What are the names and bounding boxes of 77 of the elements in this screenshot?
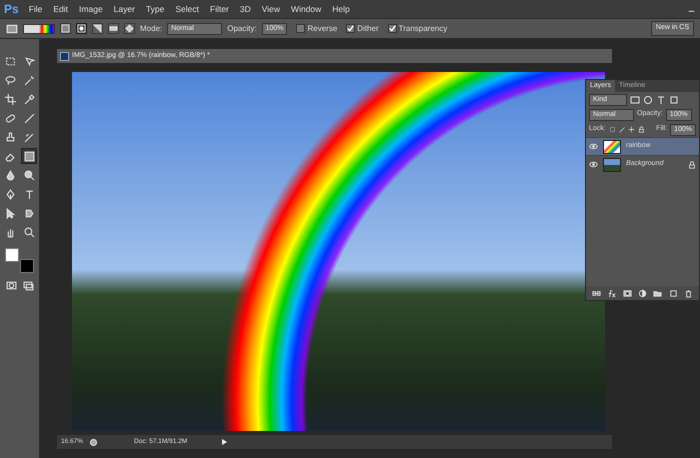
mode-label: Mode: [140,22,162,34]
link-icon[interactable] [592,288,602,298]
play-icon[interactable] [220,438,228,446]
lock-icon [688,160,696,168]
menu-item[interactable]: 3D [238,2,252,16]
crop-icon [4,94,16,104]
gradient-tool-icon[interactable] [6,22,18,34]
checkbox-label: Reverse [307,22,338,34]
zoom-icon [24,226,34,238]
menu-item[interactable]: Layer [112,2,136,16]
shape-filter-icon[interactable] [669,94,679,104]
radial-gradient-button[interactable] [76,23,87,34]
layer-thumbnail [603,140,621,154]
diamond-gradient-button[interactable] [124,23,135,34]
fx-icon[interactable] [607,288,616,298]
checkbox[interactable] [388,24,397,33]
app-logo: Ps [4,1,19,18]
menu-item[interactable]: Select [174,2,200,16]
layer-thumbnail [603,158,621,172]
crop-tool[interactable] [2,91,18,107]
eye-icon[interactable] [589,160,598,169]
drop-icon [4,170,16,180]
background-color-swatch[interactable] [20,259,34,273]
reflected-gradient-button[interactable] [108,23,119,34]
marquee-icon [4,56,16,66]
stamp-icon [4,132,16,142]
image-filter-icon[interactable] [630,94,640,104]
adjustment-icon[interactable] [638,288,647,298]
checkbox-label: Dither [357,22,379,34]
move-icon [24,56,34,66]
menu-item[interactable]: Image [78,2,104,16]
linear-gradient-button[interactable] [60,23,71,34]
diamond-gradient-icon [125,24,134,33]
menu-item[interactable]: Window [290,2,322,16]
type-filter-icon[interactable] [656,94,666,104]
eye-icon[interactable] [589,142,598,151]
menu-item[interactable]: Help [331,2,351,16]
mask-icon[interactable] [622,288,632,298]
radial-gradient-icon [77,24,86,33]
move-lock-icon[interactable] [628,125,636,134]
gradient-tool[interactable] [21,148,37,164]
menu-item[interactable]: File [28,2,44,16]
checkbox-label: Transparency [398,22,448,34]
magic-wand-icon [24,74,34,86]
gradient-swatch[interactable] [23,24,55,34]
checker-lock-icon[interactable] [608,125,616,134]
lock-icon[interactable] [638,125,646,134]
eyedropper-icon [24,94,34,104]
brush-lock-icon[interactable] [618,125,626,134]
document-icon [60,52,69,60]
angle-gradient-icon [93,24,102,33]
menu-item[interactable]: View [260,2,282,16]
lasso-icon [4,74,16,86]
pen-icon [4,188,16,200]
status-menu-icon[interactable] [89,438,98,446]
opacity-label: Opacity: [227,22,257,34]
brush-icon [24,112,34,124]
arrow-icon [4,208,16,218]
type-icon [24,188,34,200]
trash-icon[interactable] [684,288,693,298]
shape-icon [24,208,34,218]
menu-item[interactable]: Edit [52,2,70,16]
quick-mask-icon[interactable] [6,280,16,291]
bandage-icon [4,112,16,124]
screen-mode-icon[interactable] [22,280,34,291]
checkbox[interactable] [296,24,306,33]
gradient-icon [24,150,34,162]
new-layer-icon[interactable] [668,288,678,298]
angle-gradient-button[interactable] [92,23,103,34]
menu-item[interactable]: Type [144,2,166,16]
checkbox[interactable] [346,24,356,33]
foreground-color-swatch[interactable] [4,248,18,262]
linear-gradient-icon [61,24,70,33]
circle-filter-icon[interactable] [643,94,653,104]
reflected-gradient-icon [109,24,118,33]
folder-icon[interactable] [653,288,662,298]
menu-item[interactable]: Filter [209,2,230,16]
